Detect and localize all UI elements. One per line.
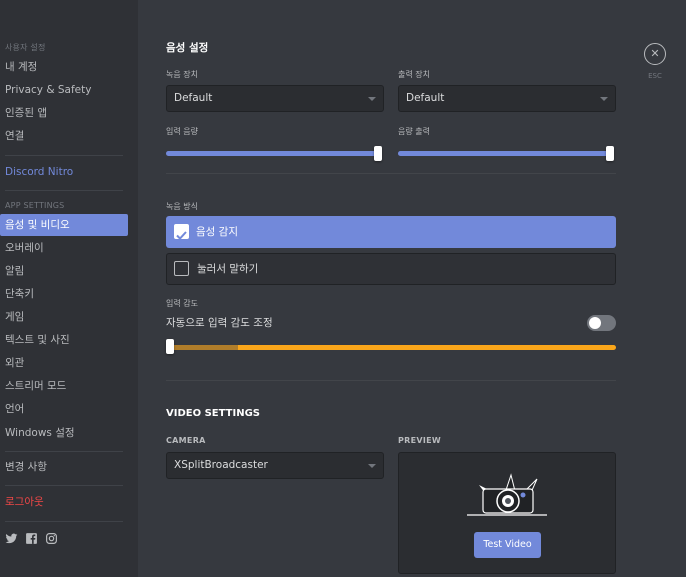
checkbox-unchecked [174, 261, 189, 276]
esc-label: ESC [648, 72, 662, 80]
checkbox-checked [174, 224, 189, 240]
sidebar-item-notifications[interactable]: 알림 [0, 260, 128, 282]
sidebar-item-windows-settings[interactable]: Windows 설정 [0, 422, 128, 444]
output-device-label: 출력 장치 [398, 70, 430, 79]
section-divider [166, 380, 616, 381]
output-volume-label: 음량 출력 [398, 127, 430, 136]
auto-sensitivity-label: 자동으로 입력 감도 조정 [166, 317, 273, 329]
social-links [5, 530, 58, 544]
input-device-select[interactable]: Default [166, 85, 384, 112]
settings-sidebar: 사용자 설정 내 계정 Privacy & Safety 인증된 앱 연결 Di… [0, 0, 138, 577]
input-mode-voice-activity[interactable]: 음성 감지 [166, 216, 616, 248]
test-video-button[interactable]: Test Video [474, 532, 541, 558]
camera-illustration-icon [467, 473, 547, 516]
chevron-down-icon [600, 97, 608, 101]
twitter-icon[interactable] [5, 530, 18, 544]
app-settings-header: APP SETTINGS [5, 201, 65, 210]
sensitivity-slider[interactable] [166, 345, 616, 350]
output-volume-slider[interactable] [398, 146, 614, 161]
sidebar-item-nitro[interactable]: Discord Nitro [0, 161, 128, 183]
input-mode-label: 녹음 방식 [166, 202, 198, 211]
instagram-icon[interactable] [45, 530, 58, 544]
sidebar-divider [5, 521, 123, 522]
sidebar-item-appearance[interactable]: 외관 [0, 352, 128, 374]
camera-select[interactable]: XSplitBroadcaster [166, 452, 384, 479]
sidebar-divider [5, 190, 123, 191]
video-settings-title: VIDEO SETTINGS [166, 408, 260, 419]
sensitivity-handle[interactable] [166, 339, 174, 354]
settings-window: 사용자 설정 내 계정 Privacy & Safety 인증된 앱 연결 Di… [0, 0, 686, 577]
preview-label: PREVIEW [398, 436, 442, 445]
voice-video-settings-panel: ✕ ESC 음성 설정 녹음 장치 Default 출력 장치 Default … [138, 0, 686, 577]
voice-settings-title: 음성 설정 [166, 42, 209, 54]
sidebar-item-logout[interactable]: 로그아웃 [0, 491, 128, 513]
input-volume-label: 입력 음량 [166, 127, 198, 136]
sidebar-divider [5, 451, 123, 452]
close-icon: ✕ [650, 47, 660, 60]
output-device-value: Default [406, 92, 445, 104]
sidebar-item-my-account[interactable]: 내 계정 [0, 56, 128, 78]
close-button[interactable]: ✕ [644, 43, 666, 65]
input-volume-slider[interactable] [166, 146, 382, 161]
chevron-down-icon [368, 97, 376, 101]
sidebar-item-language[interactable]: 언어 [0, 398, 128, 420]
sidebar-divider [5, 155, 123, 156]
sidebar-item-keybinds[interactable]: 단축키 [0, 283, 128, 305]
facebook-icon[interactable] [25, 530, 38, 544]
sidebar-item-privacy-safety[interactable]: Privacy & Safety [0, 79, 128, 101]
push-to-talk-label: 눌러서 말하기 [197, 263, 259, 275]
auto-sensitivity-toggle[interactable] [587, 315, 616, 331]
input-device-label: 녹음 장치 [166, 70, 198, 79]
checkmark-icon [176, 231, 187, 240]
input-volume-fill [166, 151, 382, 156]
section-divider [166, 173, 616, 174]
sidebar-item-changelog[interactable]: 변경 사항 [0, 456, 128, 478]
sidebar-divider [5, 485, 123, 486]
user-settings-header: 사용자 설정 [5, 43, 46, 52]
sidebar-item-text-images[interactable]: 텍스트 및 사진 [0, 329, 128, 351]
sidebar-item-games[interactable]: 게임 [0, 306, 128, 328]
sidebar-item-voice-video[interactable]: 음성 및 비디오 [0, 214, 128, 236]
sidebar-item-overlay[interactable]: 오버레이 [0, 237, 128, 259]
output-volume-fill [398, 151, 614, 156]
camera-label: CAMERA [166, 436, 206, 445]
sidebar-item-connections[interactable]: 연결 [0, 125, 128, 147]
output-device-select[interactable]: Default [398, 85, 616, 112]
chevron-down-icon [368, 464, 376, 468]
sensitivity-dim [166, 345, 238, 350]
video-preview: Test Video [398, 452, 616, 574]
sensitivity-label: 입력 감도 [166, 299, 198, 308]
input-mode-push-to-talk[interactable]: 눌러서 말하기 [166, 253, 616, 285]
input-volume-handle[interactable] [374, 146, 382, 161]
toggle-knob [589, 317, 601, 329]
camera-value: XSplitBroadcaster [174, 459, 268, 471]
sidebar-item-authorized-apps[interactable]: 인증된 앱 [0, 102, 128, 124]
voice-activity-label: 음성 감지 [196, 226, 238, 238]
input-device-value: Default [174, 92, 213, 104]
output-volume-handle[interactable] [606, 146, 614, 161]
sidebar-item-streamer-mode[interactable]: 스트리머 모드 [0, 375, 128, 397]
